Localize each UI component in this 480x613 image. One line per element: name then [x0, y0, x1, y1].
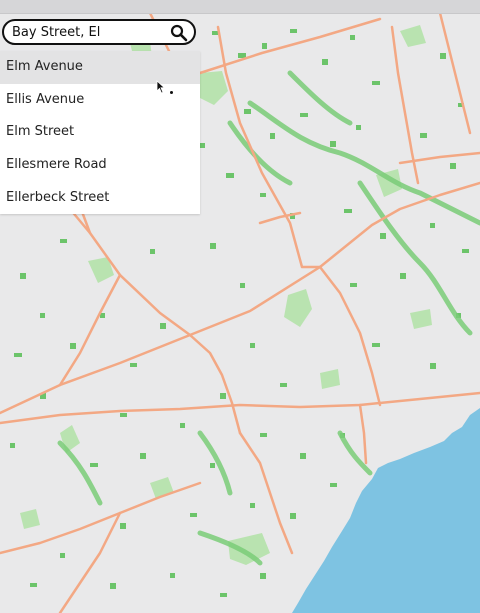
window-top-bar	[0, 0, 480, 14]
suggestion-item[interactable]: Ellerbeck Street	[0, 182, 200, 215]
suggestion-item[interactable]: Ellis Avenue	[0, 84, 200, 117]
search-icon[interactable]	[170, 24, 188, 42]
suggestion-dropdown: Elm Avenue Ellis Avenue Elm Street Elles…	[0, 51, 200, 215]
mouse-pointer-icon	[156, 79, 166, 94]
search-input[interactable]	[12, 23, 172, 42]
search-box[interactable]	[2, 19, 196, 45]
suggestion-item[interactable]: Elm Street	[0, 116, 200, 149]
cursor-dot	[170, 91, 173, 94]
suggestion-item[interactable]: Elm Avenue	[0, 51, 200, 84]
suggestion-item[interactable]: Ellesmere Road	[0, 149, 200, 182]
